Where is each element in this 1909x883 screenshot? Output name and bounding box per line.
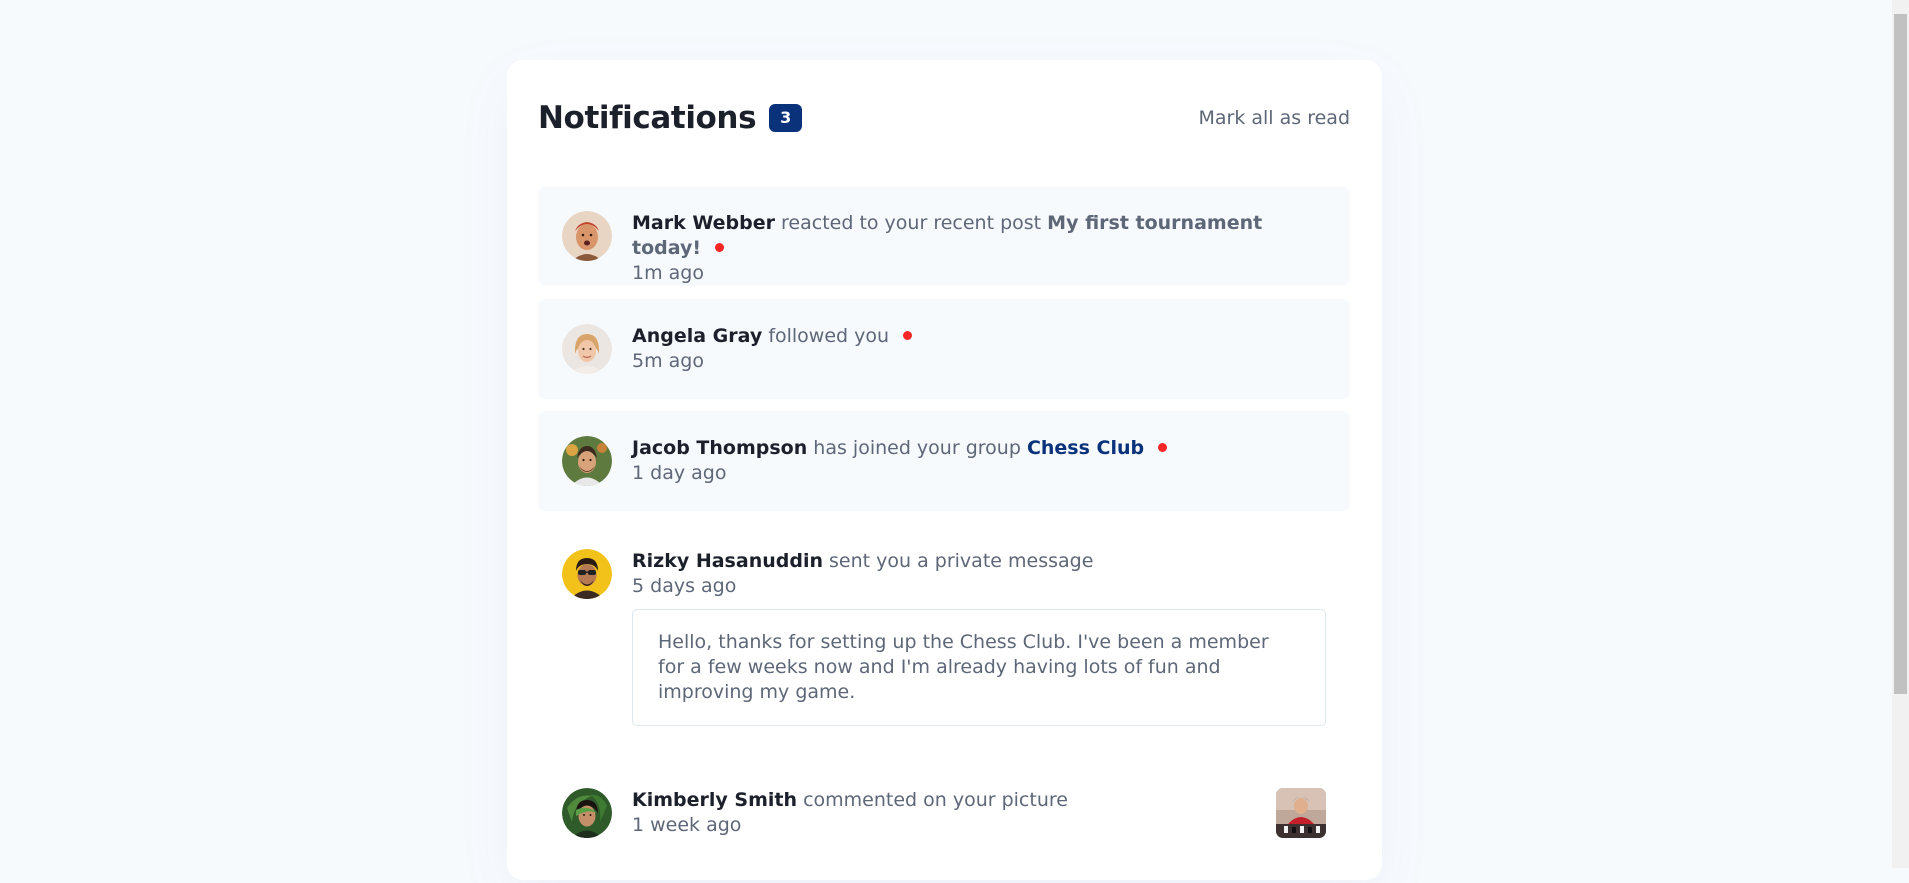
avatar-mark-webber-icon[interactable] [562,211,612,261]
notification-text: Rizky Hasanuddin sent you a private mess… [632,549,1326,574]
notification-item[interactable]: Angela Gray followed you 5m ago [538,299,1350,399]
notification-body: Kimberly Smith commented on your picture… [632,788,1276,838]
user-name-link[interactable]: Jacob Thompson [632,437,807,459]
mark-all-read-button[interactable]: Mark all as read [1199,107,1351,129]
group-link[interactable]: Chess Club [1027,437,1144,459]
notification-action: reacted to your recent post [781,212,1042,234]
scrollbar-thumb[interactable] [1894,14,1907,694]
notification-time: 1 week ago [632,814,742,836]
notification-time: 5 days ago [632,575,737,597]
notification-item[interactable]: Kimberly Smith commented on your picture… [538,763,1350,883]
unread-dot-icon [1158,443,1168,452]
notification-action: sent you a private message [829,550,1094,572]
notification-time: 1 day ago [632,462,727,484]
notification-item[interactable]: Mark Webber reacted to your recent post … [538,186,1350,286]
avatar-jacob-thompson-icon[interactable] [562,436,612,486]
unread-count-badge: 3 [769,104,803,132]
notification-action: followed you [768,325,890,347]
notification-text: Kimberly Smith commented on your picture [632,788,1276,813]
unread-dot-icon [903,331,913,340]
notification-item[interactable]: Jacob Thompson has joined your group Che… [538,411,1350,511]
avatar-rizky-hasanuddin-icon[interactable] [562,549,612,599]
notification-time: 1m ago [632,262,704,284]
notifications-card: Notifications 3 Mark all as read Mark We… [507,60,1382,880]
notification-text: Jacob Thompson has joined your group Che… [632,436,1326,461]
private-message-preview[interactable]: Hello, thanks for setting up the Chess C… [632,609,1326,726]
chess-picture-thumbnail-icon[interactable] [1276,788,1326,838]
user-name-link[interactable]: Kimberly Smith [632,789,797,811]
user-name-link[interactable]: Mark Webber [632,212,775,234]
notification-body: Rizky Hasanuddin sent you a private mess… [632,549,1326,726]
notification-body: Angela Gray followed you 5m ago [632,324,1326,374]
unread-dot-icon [715,243,725,252]
notification-text: Mark Webber reacted to your recent post … [632,211,1326,261]
notification-body: Jacob Thompson has joined your group Che… [632,436,1326,486]
notification-time: 5m ago [632,350,704,372]
page-title: Notifications [538,100,757,136]
title-group: Notifications 3 [538,100,803,136]
user-name-link[interactable]: Angela Gray [632,325,762,347]
notifications-header: Notifications 3 Mark all as read [538,98,1350,138]
notification-action: commented on your picture [803,789,1068,811]
user-name-link[interactable]: Rizky Hasanuddin [632,550,823,572]
avatar-angela-gray-icon[interactable] [562,324,612,374]
page-scrollbar[interactable] [1892,0,1909,868]
notification-text: Angela Gray followed you [632,324,1326,349]
notification-action: has joined your group [813,437,1021,459]
notification-body: Mark Webber reacted to your recent post … [632,211,1326,286]
avatar-kimberly-smith-icon[interactable] [562,788,612,838]
notification-item[interactable]: Rizky Hasanuddin sent you a private mess… [538,524,1350,744]
